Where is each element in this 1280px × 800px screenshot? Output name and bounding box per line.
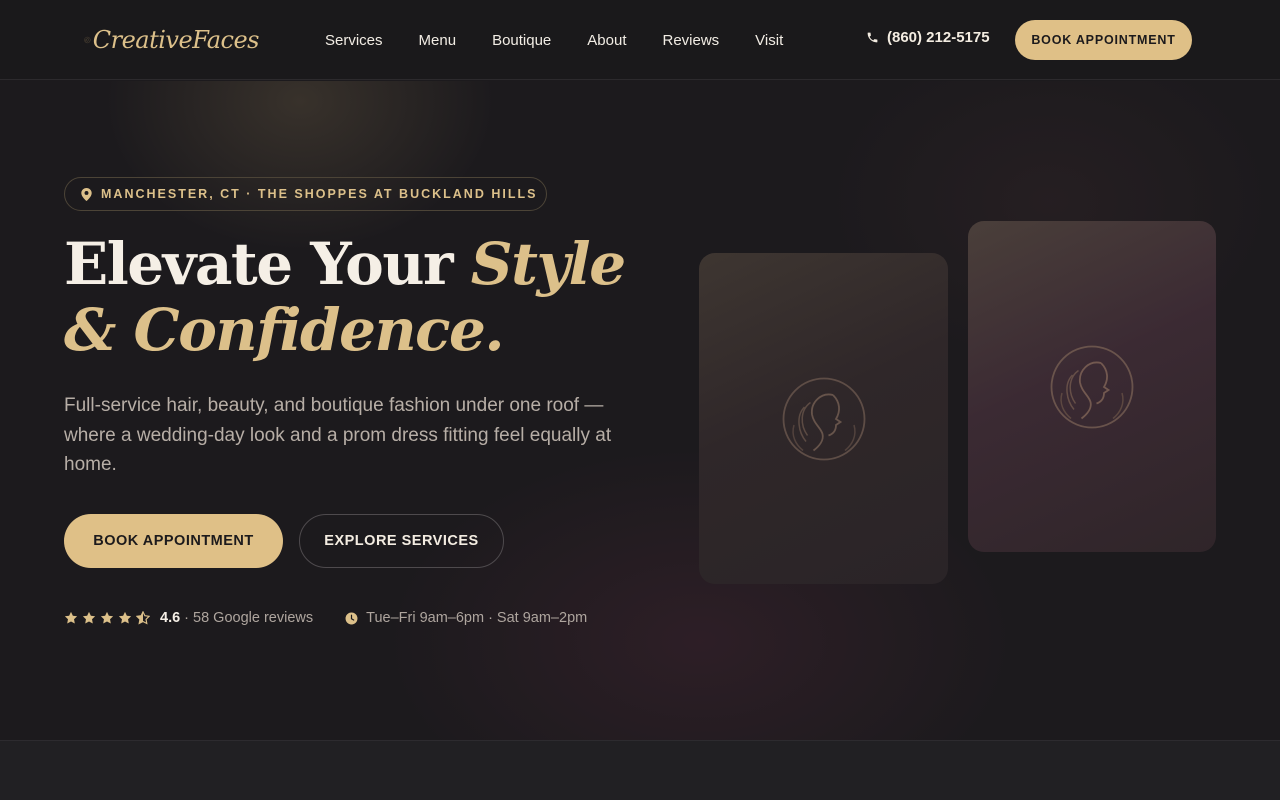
star-icon (82, 611, 96, 624)
phone-icon (867, 32, 878, 43)
location-badge: MANCHESTER, CT · THE SHOPPES AT BUCKLAND… (64, 177, 547, 211)
book-appointment-button[interactable]: BOOK APPOINTMENT (64, 514, 283, 568)
location-text: MANCHESTER, CT · THE SHOPPES AT BUCKLAND… (101, 187, 538, 201)
half-star-icon (136, 611, 150, 625)
hero-headline: Elevate Your Style & Confidence. (64, 231, 684, 363)
explore-services-button[interactable]: EXPLORE SERVICES (299, 514, 504, 568)
star-icon (100, 611, 114, 624)
top-navigation: CreativeFaces Services Menu Boutique Abo… (0, 0, 1280, 80)
star-icon (64, 611, 78, 624)
hero-section: MANCHESTER, CT · THE SHOPPES AT BUCKLAND… (0, 81, 1280, 740)
next-section-edge (0, 740, 1280, 800)
brand-logo[interactable]: CreativeFaces (84, 12, 260, 68)
hero-meta: 4.6 · 58 Google reviews Tue–Fri 9am–6pm … (64, 609, 587, 627)
gallery-card (968, 221, 1216, 552)
review-count[interactable]: · 58 Google reviews (184, 610, 313, 626)
gallery-card (699, 253, 948, 584)
phone-link[interactable]: (860) 212-5175 (866, 29, 990, 46)
phone-number: (860) 212-5175 (887, 29, 990, 46)
hero-subtext: Full-service hair, beauty, and boutique … (64, 395, 612, 475)
star-icon (118, 611, 132, 624)
hours-text: Tue–Fri 9am–6pm · Sat 9am–2pm (366, 610, 588, 626)
woman-silhouette-emblem-icon (782, 377, 865, 460)
nav-link-about[interactable]: About (587, 32, 626, 49)
clock-icon (345, 612, 358, 624)
nav-book-appointment-button[interactable]: BOOK APPOINTMENT (1015, 20, 1192, 60)
brand-name: CreativeFaces (92, 26, 260, 54)
business-hours: Tue–Fri 9am–6pm · Sat 9am–2pm (345, 610, 587, 626)
nav-link-boutique[interactable]: Boutique (492, 32, 551, 49)
woman-silhouette-logo-icon (84, 36, 91, 44)
nav-link-services[interactable]: Services (325, 32, 383, 49)
woman-silhouette-emblem-icon (1050, 345, 1134, 428)
headline-plain: Elevate Your (64, 230, 471, 298)
star-rating (64, 611, 154, 625)
nav-link-menu[interactable]: Menu (419, 32, 457, 49)
nav-link-reviews[interactable]: Reviews (662, 32, 719, 49)
nav-link-visit[interactable]: Visit (755, 32, 783, 49)
map-pin-icon (81, 187, 92, 201)
rating-value: 4.6 (160, 610, 181, 626)
main-menu: Services Menu Boutique About Reviews Vis… (325, 0, 819, 80)
